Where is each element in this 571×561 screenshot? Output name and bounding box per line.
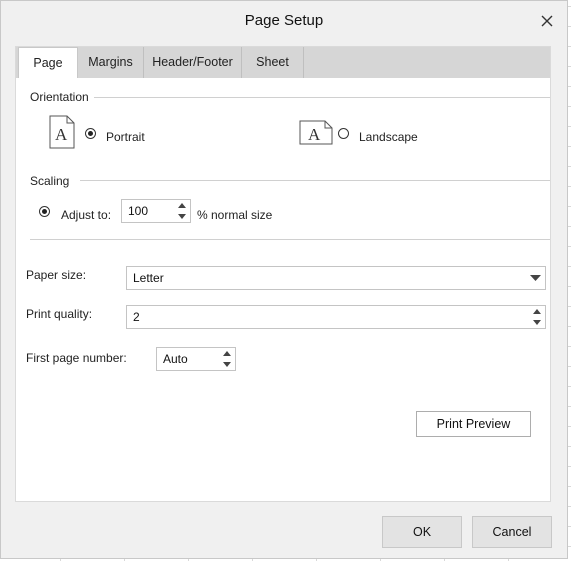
print-quality-down-button[interactable] — [529, 317, 545, 328]
chevron-up-icon — [178, 203, 186, 208]
print-quality-up-button[interactable] — [529, 306, 545, 317]
page-setup-dialog: Page Setup Page Margins Header/Footer Sh… — [0, 0, 568, 559]
landscape-page-icon: A — [299, 120, 333, 145]
portrait-label: Portrait — [106, 130, 145, 144]
scaling-divider — [80, 180, 550, 181]
dialog-title: Page Setup — [244, 12, 324, 29]
paper-size-value: Letter — [133, 271, 164, 285]
scaling-value: 100 — [128, 204, 149, 218]
scaling-down-button[interactable] — [174, 211, 190, 222]
adjust-to-radio[interactable] — [39, 206, 50, 217]
ok-button[interactable]: OK — [382, 516, 462, 548]
print-preview-button[interactable]: Print Preview — [416, 411, 531, 437]
normal-size-label: % normal size — [197, 208, 273, 222]
close-icon — [541, 15, 553, 27]
first-page-number-down-button[interactable] — [219, 359, 235, 370]
adjust-to-label: Adjust to: — [61, 208, 112, 222]
print-quality-input[interactable]: 2 — [126, 305, 546, 329]
scaling-input[interactable]: 100 — [121, 199, 191, 223]
chevron-down-icon — [529, 275, 541, 281]
print-quality-label: Print quality: — [26, 307, 93, 321]
first-page-number-up-button[interactable] — [219, 348, 235, 359]
chevron-down-icon — [178, 214, 186, 219]
print-quality-value: 2 — [133, 310, 140, 324]
tab-page[interactable]: Page — [18, 47, 78, 78]
tab-strip: Page Margins Header/Footer Sheet — [16, 47, 550, 78]
tab-sheet[interactable]: Sheet — [242, 47, 304, 78]
chevron-up-icon — [223, 351, 231, 356]
svg-text:A: A — [308, 125, 321, 144]
first-page-number-label: First page number: — [26, 351, 127, 365]
portrait-page-icon: A — [49, 115, 75, 149]
scaling-up-button[interactable] — [174, 200, 190, 211]
tab-margins[interactable]: Margins — [78, 47, 144, 78]
orientation-label: Orientation — [30, 90, 89, 104]
first-page-number-input[interactable]: Auto — [156, 347, 236, 371]
paper-size-dropdown-button[interactable] — [525, 267, 545, 289]
tab-header-footer[interactable]: Header/Footer — [144, 47, 242, 78]
landscape-radio[interactable] — [338, 128, 349, 139]
scaling-spinner — [174, 200, 190, 222]
paper-size-select[interactable]: Letter — [126, 266, 546, 290]
cancel-button[interactable]: Cancel — [472, 516, 552, 548]
first-page-number-value: Auto — [163, 352, 188, 366]
first-page-number-spinner — [219, 348, 235, 370]
landscape-label: Landscape — [359, 130, 418, 144]
chevron-down-icon — [533, 320, 541, 325]
scaling-label: Scaling — [30, 174, 70, 188]
orientation-divider — [94, 97, 550, 98]
portrait-radio[interactable] — [85, 128, 96, 139]
tab-panel: Page Margins Header/Footer Sheet Orienta… — [15, 46, 551, 502]
chevron-down-icon — [223, 362, 231, 367]
paper-size-label: Paper size: — [26, 268, 87, 282]
close-button[interactable] — [537, 11, 557, 31]
print-quality-spinner — [529, 306, 545, 328]
section-divider — [30, 239, 550, 240]
chevron-up-icon — [533, 309, 541, 314]
svg-text:A: A — [55, 125, 68, 144]
